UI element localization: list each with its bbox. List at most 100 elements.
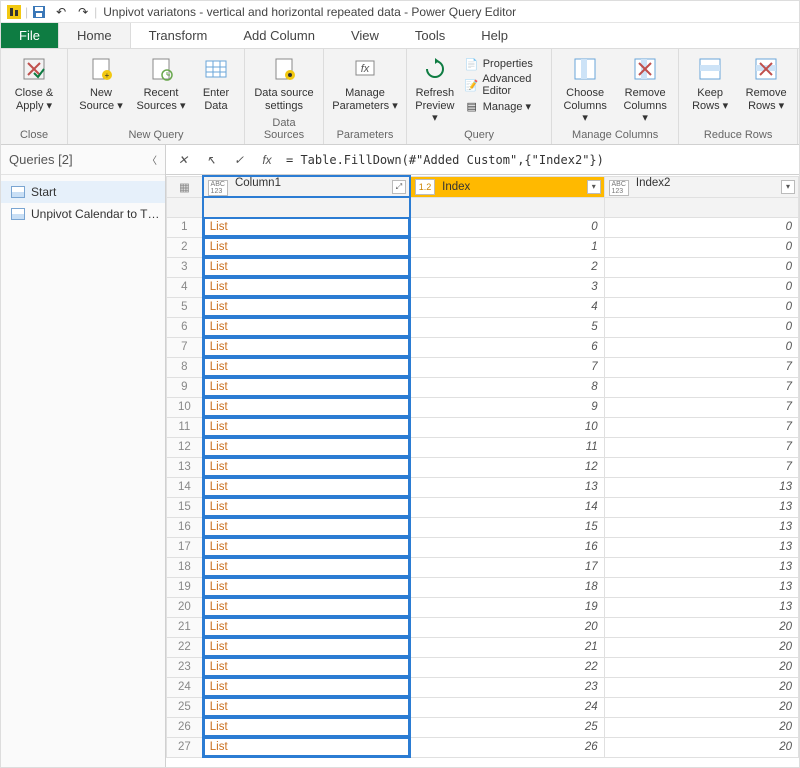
cell-column1[interactable]: List [203,697,410,717]
cell-column1[interactable]: List [203,717,410,737]
data-source-settings-button[interactable]: Data source settings [253,53,315,112]
column-filter-icon[interactable]: ▾ [781,180,795,194]
row-number[interactable]: 21 [167,617,203,637]
cell-column1[interactable]: List [203,657,410,677]
table-row[interactable]: 22List2120 [167,637,799,657]
cell-column1[interactable]: List [203,257,410,277]
cell-column1[interactable]: List [203,677,410,697]
cell-index2[interactable]: 7 [604,377,798,397]
cancel-formula-icon[interactable]: ✕ [172,149,194,171]
table-row[interactable]: 26List2520 [167,717,799,737]
row-number[interactable]: 1 [167,217,203,237]
table-row[interactable]: 3List20 [167,257,799,277]
cell-index2[interactable]: 7 [604,357,798,377]
cell-index[interactable]: 21 [410,637,604,657]
cell-index2[interactable]: 7 [604,417,798,437]
cell-index2[interactable]: 7 [604,457,798,477]
row-number[interactable]: 12 [167,437,203,457]
cell-index[interactable]: 23 [410,677,604,697]
row-number[interactable]: 18 [167,557,203,577]
cell-index2[interactable]: 20 [604,737,798,757]
query-item[interactable]: Start [1,181,165,203]
cell-column1[interactable]: List [203,217,410,237]
cell-index2[interactable]: 7 [604,437,798,457]
cell-index[interactable]: 22 [410,657,604,677]
row-number[interactable]: 27 [167,737,203,757]
enter-data-button[interactable]: Enter Data [196,53,236,112]
cell-column1[interactable]: List [203,357,410,377]
table-row[interactable]: 27List2620 [167,737,799,757]
type-icon[interactable]: ABC123 [609,180,629,196]
cell-index[interactable]: 26 [410,737,604,757]
row-number[interactable]: 5 [167,297,203,317]
cell-index[interactable]: 12 [410,457,604,477]
query-item[interactable]: Unpivot Calendar to T… [1,203,165,225]
row-number[interactable]: 4 [167,277,203,297]
cell-column1[interactable]: List [203,557,410,577]
table-row[interactable]: 18List1713 [167,557,799,577]
table-row[interactable]: 4List30 [167,277,799,297]
tab-transform[interactable]: Transform [131,23,226,48]
manage-parameters-button[interactable]: fx Manage Parameters ▾ [332,53,398,112]
cell-index[interactable]: 0 [410,217,604,237]
row-number[interactable]: 11 [167,417,203,437]
tab-add-column[interactable]: Add Column [225,23,333,48]
cell-index[interactable]: 15 [410,517,604,537]
cell-column1[interactable]: List [203,577,410,597]
table-row[interactable]: 9List87 [167,377,799,397]
row-number[interactable]: 24 [167,677,203,697]
table-row[interactable]: 17List1613 [167,537,799,557]
cell-index2[interactable]: 0 [604,217,798,237]
cell-index2[interactable]: 0 [604,257,798,277]
table-row[interactable]: 15List1413 [167,497,799,517]
table-row[interactable]: 8List77 [167,357,799,377]
refresh-preview-button[interactable]: Refresh Preview ▾ [415,53,455,125]
cell-index[interactable]: 25 [410,717,604,737]
formula-input[interactable] [284,152,793,168]
table-row[interactable]: 11List107 [167,417,799,437]
type-icon[interactable]: 1.2 [415,179,435,195]
cell-index[interactable]: 10 [410,417,604,437]
cell-index[interactable]: 5 [410,317,604,337]
cell-index2[interactable]: 20 [604,677,798,697]
table-row[interactable]: 5List40 [167,297,799,317]
cell-index2[interactable]: 13 [604,477,798,497]
row-number[interactable]: 9 [167,377,203,397]
table-row[interactable]: 24List2320 [167,677,799,697]
row-number[interactable]: 17 [167,537,203,557]
table-row[interactable]: 23List2220 [167,657,799,677]
cell-index2[interactable]: 13 [604,577,798,597]
table-row[interactable]: 1List00 [167,217,799,237]
cell-index2[interactable]: 0 [604,317,798,337]
cell-column1[interactable]: List [203,377,410,397]
cell-column1[interactable]: List [203,317,410,337]
cell-index2[interactable]: 0 [604,337,798,357]
cell-index[interactable]: 4 [410,297,604,317]
cell-index[interactable]: 9 [410,397,604,417]
table-row[interactable]: 25List2420 [167,697,799,717]
row-header-corner[interactable]: ▦ [167,176,203,197]
column-expand-icon[interactable]: ⤢ [392,180,406,194]
tab-file[interactable]: File [1,23,58,48]
cell-index[interactable]: 14 [410,497,604,517]
row-number[interactable]: 22 [167,637,203,657]
cell-index[interactable]: 24 [410,697,604,717]
cell-column1[interactable]: List [203,297,410,317]
column-header-index[interactable]: 1.2 Index ▾ [410,176,604,197]
advanced-editor-button[interactable]: 📝Advanced Editor [465,73,543,97]
cell-column1[interactable]: List [203,517,410,537]
cell-index[interactable]: 16 [410,537,604,557]
undo-icon[interactable]: ↶ [53,4,69,20]
cell-index2[interactable]: 20 [604,717,798,737]
commit-formula-icon[interactable]: ✓ [228,149,250,171]
table-row[interactable]: 14List1313 [167,477,799,497]
row-number[interactable]: 8 [167,357,203,377]
new-source-button[interactable]: + New Source ▾ [76,53,126,112]
table-row[interactable]: 21List2020 [167,617,799,637]
cell-column1[interactable]: List [203,617,410,637]
table-row[interactable]: 13List127 [167,457,799,477]
row-number[interactable]: 26 [167,717,203,737]
cell-index2[interactable]: 0 [604,277,798,297]
cell-index[interactable]: 18 [410,577,604,597]
properties-button[interactable]: 📄Properties [465,57,543,71]
